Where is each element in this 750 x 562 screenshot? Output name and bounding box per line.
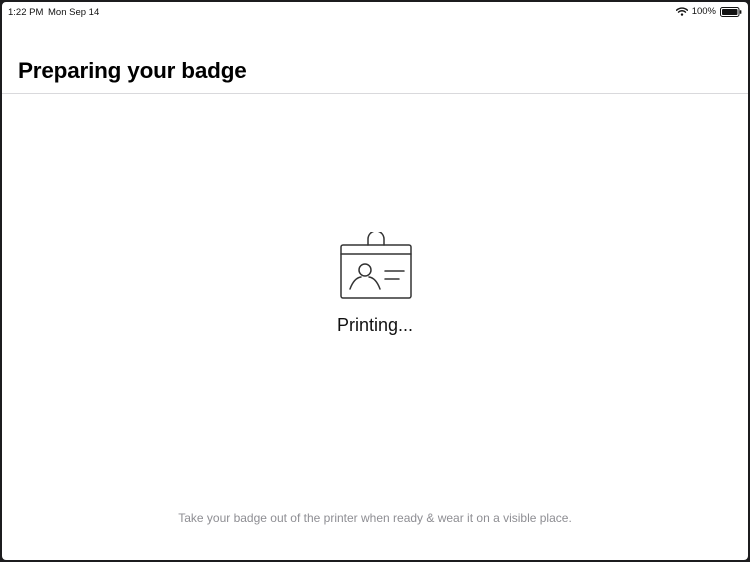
status-indicators: 100%: [675, 6, 742, 17]
status-bar: 1:22 PM Mon Sep 14 100%: [2, 2, 748, 22]
battery-percentage: 100%: [691, 6, 716, 17]
status-time: 1:22 PM: [8, 7, 44, 18]
printing-status: Printing...: [336, 315, 414, 335]
badge-icon: [338, 230, 414, 300]
header-divider: [2, 93, 748, 94]
status-date: Mon Sep 14: [48, 7, 100, 18]
wifi-icon: [675, 7, 688, 16]
page-title: Preparing your badge: [18, 58, 247, 83]
app-screen: 1:22 PM Mon Sep 14 100% Preparing your b…: [0, 0, 750, 562]
instruction-text: Take your badge out of the printer when …: [178, 511, 572, 525]
battery-icon: [720, 6, 742, 17]
